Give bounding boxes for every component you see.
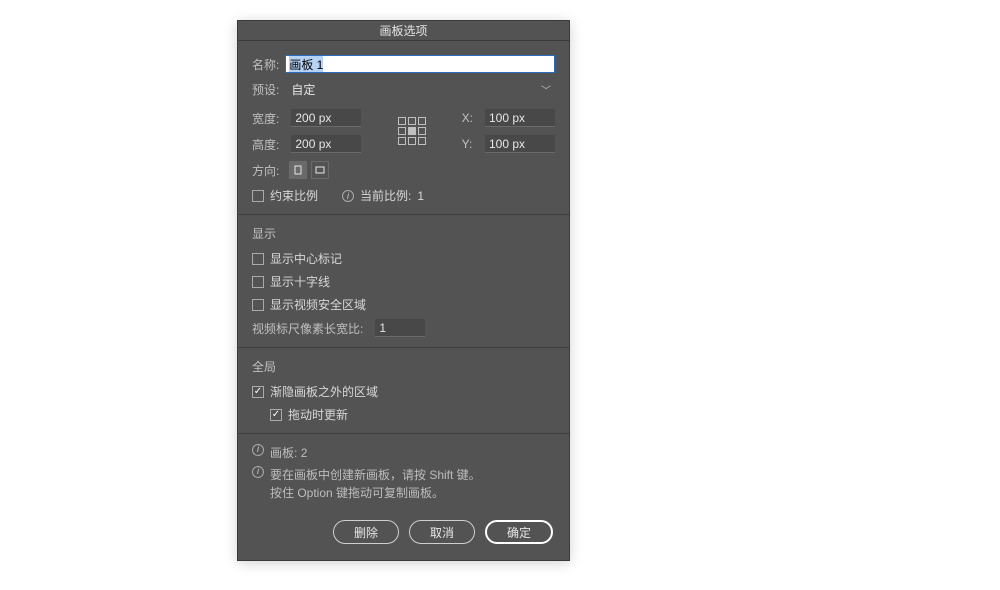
portrait-button[interactable] xyxy=(289,161,307,179)
constrain-checkbox[interactable] xyxy=(252,190,264,202)
delete-button[interactable]: 删除 xyxy=(333,520,399,544)
hint-text-1: 要在画板中创建新画板，请按 Shift 键。 xyxy=(270,466,481,484)
info-icon: i xyxy=(252,444,264,456)
current-ratio-label: 当前比例: xyxy=(360,187,411,204)
ok-button[interactable]: 确定 xyxy=(485,520,553,544)
y-input[interactable] xyxy=(485,135,555,153)
info-block: i 画板: 2 i 要在画板中创建新画板，请按 Shift 键。 按住 Opti… xyxy=(252,444,555,502)
pixel-aspect-label: 视频标尺像素长宽比: xyxy=(252,320,363,337)
global-section-title: 全局 xyxy=(252,358,555,375)
preset-label: 预设: xyxy=(252,81,279,98)
artboard-count-value: 2 xyxy=(301,446,308,460)
pixel-aspect-input[interactable] xyxy=(375,319,425,337)
constrain-label: 约束比例 xyxy=(270,187,318,204)
portrait-icon xyxy=(294,165,302,175)
dialog-content: 名称: 预设: 自定 ﹀ 宽度: X: 高度: Y: xyxy=(238,41,569,510)
info-icon: i xyxy=(252,466,264,478)
show-safe-label: 显示视频安全区域 xyxy=(270,296,366,313)
display-section-title: 显示 xyxy=(252,225,555,242)
show-cross-label: 显示十字线 xyxy=(270,273,330,290)
fade-outside-label: 渐隐画板之外的区域 xyxy=(270,383,378,400)
reference-point-grid[interactable] xyxy=(398,117,426,145)
update-drag-label: 拖动时更新 xyxy=(288,406,348,423)
width-label: 宽度: xyxy=(252,110,279,127)
height-label: 高度: xyxy=(252,136,279,153)
preset-dropdown[interactable]: 预设: 自定 ﹀ xyxy=(252,81,555,99)
fade-outside-checkbox[interactable] xyxy=(252,386,264,398)
name-input[interactable] xyxy=(285,55,555,73)
name-label: 名称: xyxy=(252,56,279,73)
show-safe-checkbox[interactable] xyxy=(252,299,264,311)
button-bar: 删除 取消 确定 xyxy=(238,510,569,560)
update-drag-checkbox[interactable] xyxy=(270,409,282,421)
info-icon: i xyxy=(342,190,354,202)
height-input[interactable] xyxy=(291,135,361,153)
show-cross-checkbox[interactable] xyxy=(252,276,264,288)
width-input[interactable] xyxy=(291,109,361,127)
current-ratio-value: 1 xyxy=(417,189,424,203)
chevron-down-icon: ﹀ xyxy=(541,82,551,97)
preset-value: 自定 xyxy=(291,81,541,98)
landscape-icon xyxy=(315,166,325,174)
x-label: X: xyxy=(462,111,473,125)
dialog-title: 画板选项 xyxy=(238,21,569,41)
hint-text-2: 按住 Option 键拖动可复制画板。 xyxy=(270,484,481,502)
y-label: Y: xyxy=(462,137,473,151)
show-center-checkbox[interactable] xyxy=(252,253,264,265)
x-input[interactable] xyxy=(485,109,555,127)
landscape-button[interactable] xyxy=(311,161,329,179)
artboard-options-dialog: 画板选项 名称: 预设: 自定 ﹀ 宽度: X: 高度: Y: xyxy=(237,20,570,561)
orientation-label: 方向: xyxy=(252,162,279,179)
show-center-label: 显示中心标记 xyxy=(270,250,342,267)
artboard-count-label: 画板: xyxy=(270,446,297,460)
cancel-button[interactable]: 取消 xyxy=(409,520,475,544)
